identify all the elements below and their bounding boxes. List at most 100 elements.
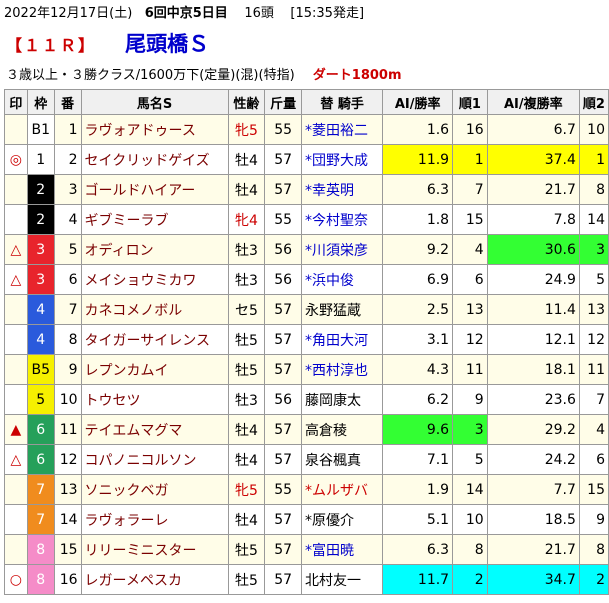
sex-age: 牡5 <box>227 534 266 565</box>
waku-number: 3 <box>26 264 55 295</box>
ai-place-rate: 7.7 <box>486 474 580 505</box>
jockey-name: *団野大成 <box>301 144 384 175</box>
horse-name: ラヴォラーレ <box>80 504 229 535</box>
carried-weight: 56 <box>264 264 303 295</box>
entry-mark: ○ <box>4 564 28 595</box>
entry-mark <box>4 474 28 505</box>
table-row: 5 10 トウセツ 牡3 56 藤岡康太 6.2 9 23.6 7 <box>4 384 609 415</box>
win-rank: 6 <box>452 264 488 295</box>
waku-number: 5 <box>26 384 55 415</box>
col-number: 番 <box>53 89 82 115</box>
win-rank: 4 <box>452 234 488 265</box>
entry-mark <box>4 324 28 355</box>
sex-age: 牡3 <box>227 264 266 295</box>
place-rank: 3 <box>578 234 609 265</box>
entry-mark <box>4 534 28 565</box>
horse-name: トウセツ <box>80 384 229 415</box>
ai-win-rate: 6.3 <box>382 174 454 205</box>
ai-place-rate: 24.9 <box>486 264 580 295</box>
ai-win-rate: 7.1 <box>382 444 454 475</box>
waku-number: 7 <box>26 474 55 505</box>
col-rank2: 順2 <box>578 89 609 115</box>
horse-number: 4 <box>53 204 82 235</box>
entry-mark <box>4 204 28 235</box>
horse-name: ギブミーラブ <box>80 204 229 235</box>
horse-number: 9 <box>53 354 82 385</box>
win-rank: 10 <box>452 504 488 535</box>
horse-number: 2 <box>53 144 82 175</box>
place-rank: 10 <box>578 114 609 145</box>
sex-age: 牡4 <box>227 174 266 205</box>
sex-age: 牡3 <box>227 384 266 415</box>
entry-mark: △ <box>4 264 28 295</box>
jockey-name: 藤岡康太 <box>301 384 384 415</box>
horse-name: メイショウミカワ <box>80 264 229 295</box>
place-rank: 7 <box>578 384 609 415</box>
sex-age: 牡5 <box>227 324 266 355</box>
col-mark: 印 <box>4 89 28 115</box>
place-rank: 15 <box>578 474 609 505</box>
ai-win-rate: 6.9 <box>382 264 454 295</box>
horse-number: 10 <box>53 384 82 415</box>
carried-weight: 57 <box>264 324 303 355</box>
place-rank: 4 <box>578 414 609 445</box>
ai-place-rate: 37.4 <box>486 144 580 175</box>
place-rank: 8 <box>578 534 609 565</box>
horse-number: 3 <box>53 174 82 205</box>
table-row: △ 3 5 オディロン 牡3 56 *川須栄彦 9.2 4 30.6 3 <box>4 234 609 265</box>
waku-number: 6 <box>26 444 55 475</box>
ai-place-rate: 29.2 <box>486 414 580 445</box>
horse-name: ソニックベガ <box>80 474 229 505</box>
ai-win-rate: 4.3 <box>382 354 454 385</box>
carried-weight: 57 <box>264 174 303 205</box>
race-title: 【１１Ｒ】 尾頭橋Ｓ <box>6 28 209 58</box>
col-waku: 枠 <box>26 89 55 115</box>
jockey-name: *原優介 <box>301 504 384 535</box>
jockey-name: *西村淳也 <box>301 354 384 385</box>
win-rank: 13 <box>452 294 488 325</box>
horse-number: 8 <box>53 324 82 355</box>
table-row: ▲ 6 11 テイエムマグマ 牡4 57 高倉稜 9.6 3 29.2 4 <box>4 414 609 445</box>
place-rank: 6 <box>578 444 609 475</box>
win-rank: 5 <box>452 444 488 475</box>
entry-mark <box>4 174 28 205</box>
waku-number: 6 <box>26 414 55 445</box>
ai-win-rate: 2.5 <box>382 294 454 325</box>
ai-win-rate: 11.7 <box>382 564 454 595</box>
ai-win-rate: 1.9 <box>382 474 454 505</box>
ai-place-rate: 6.7 <box>486 114 580 145</box>
entry-mark: △ <box>4 444 28 475</box>
sex-age: 牡3 <box>227 234 266 265</box>
col-ai-place: AI/複勝率 <box>486 89 580 115</box>
horse-name: リリーミニスター <box>80 534 229 565</box>
place-rank: 1 <box>578 144 609 175</box>
win-rank: 8 <box>452 534 488 565</box>
race-conditions-line: ３歳以上・３勝クラス/1600万下(定量)(混)(特指) ダート1800m <box>6 64 402 83</box>
ai-win-rate: 6.2 <box>382 384 454 415</box>
win-rank: 3 <box>452 414 488 445</box>
win-rank: 14 <box>452 474 488 505</box>
carried-weight: 57 <box>264 144 303 175</box>
table-row: 2 3 ゴールドハイアー 牡4 57 *幸英明 6.3 7 21.7 8 <box>4 174 609 205</box>
carried-weight: 57 <box>264 564 303 595</box>
race-number: 【１１Ｒ】 <box>6 36 97 55</box>
jockey-name: *川須栄彦 <box>301 234 384 265</box>
sex-age: 牝5 <box>227 114 266 145</box>
table-row: B5 9 レプンカムイ 牡5 57 *西村淳也 4.3 11 18.1 11 <box>4 354 609 385</box>
jockey-name: *幸英明 <box>301 174 384 205</box>
horse-name: レガーメペスカ <box>80 564 229 595</box>
table-row: 2 4 ギブミーラブ 牝4 55 *今村聖奈 1.8 15 7.8 14 <box>4 204 609 235</box>
jockey-name: *今村聖奈 <box>301 204 384 235</box>
runner-count: 16頭 <box>244 6 274 21</box>
ai-place-rate: 11.4 <box>486 294 580 325</box>
table-row: ○ 8 16 レガーメペスカ 牡5 57 北村友一 11.7 2 34.7 2 <box>4 564 609 595</box>
sex-age: 牡4 <box>227 504 266 535</box>
waku-number: 4 <box>26 324 55 355</box>
waku-number: B5 <box>26 354 55 385</box>
col-sex-age: 性齢 <box>227 89 266 115</box>
horse-name: ゴールドハイアー <box>80 174 229 205</box>
jockey-name: 高倉稜 <box>301 414 384 445</box>
waku-number: 8 <box>26 534 55 565</box>
entry-mark: △ <box>4 234 28 265</box>
horse-number: 13 <box>53 474 82 505</box>
